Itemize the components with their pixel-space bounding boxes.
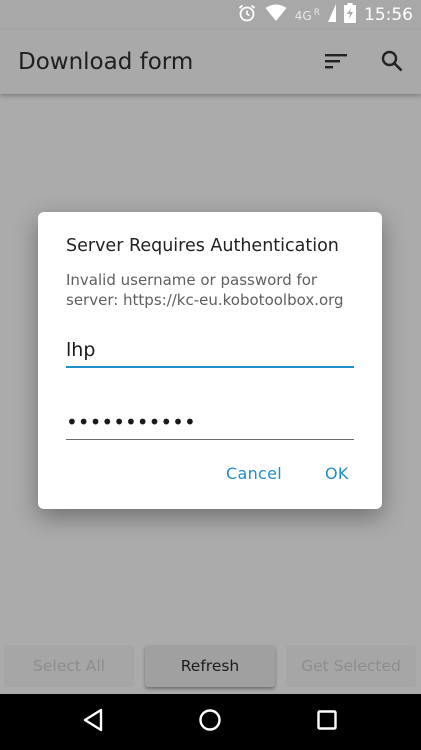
navigation-bar: [0, 694, 421, 750]
status-time: 15:56: [364, 5, 413, 25]
battery-charging-icon: [344, 3, 356, 27]
sort-button[interactable]: [320, 47, 352, 79]
status-icons: 4G R 15:56: [237, 0, 413, 30]
get-selected-button[interactable]: Get Selected: [286, 645, 416, 687]
dialog-message: Invalid username or password for server:…: [66, 271, 344, 309]
back-icon: [82, 708, 104, 736]
app-bar: Download form: [0, 30, 421, 94]
network-label: 4G R: [294, 7, 320, 23]
password-field[interactable]: •••••••••••: [66, 408, 354, 440]
page-title: Download form: [18, 49, 194, 75]
alarm-icon: [237, 3, 257, 27]
refresh-button[interactable]: Refresh: [145, 645, 275, 687]
home-button[interactable]: [196, 708, 224, 736]
username-value: lhp: [66, 339, 96, 361]
wifi-icon: [265, 4, 287, 26]
back-button[interactable]: [79, 708, 107, 736]
password-value: •••••••••••: [66, 410, 196, 434]
cancel-button[interactable]: Cancel: [226, 464, 282, 483]
dialog-title: Server Requires Authentication: [66, 236, 339, 256]
ok-button[interactable]: OK: [325, 464, 349, 483]
username-field[interactable]: lhp: [66, 336, 354, 368]
roaming-indicator: R: [313, 7, 320, 18]
select-all-button[interactable]: Select All: [4, 645, 134, 687]
auth-dialog: Server Requires Authentication Invalid u…: [38, 212, 382, 509]
sort-icon: [324, 52, 348, 74]
recents-icon: [316, 709, 338, 735]
search-icon: [381, 50, 403, 76]
status-bar: 4G R 15:56: [0, 0, 421, 30]
recents-button[interactable]: [313, 708, 341, 736]
home-icon: [198, 708, 222, 736]
search-button[interactable]: [376, 47, 408, 79]
signal-icon: [328, 4, 336, 26]
